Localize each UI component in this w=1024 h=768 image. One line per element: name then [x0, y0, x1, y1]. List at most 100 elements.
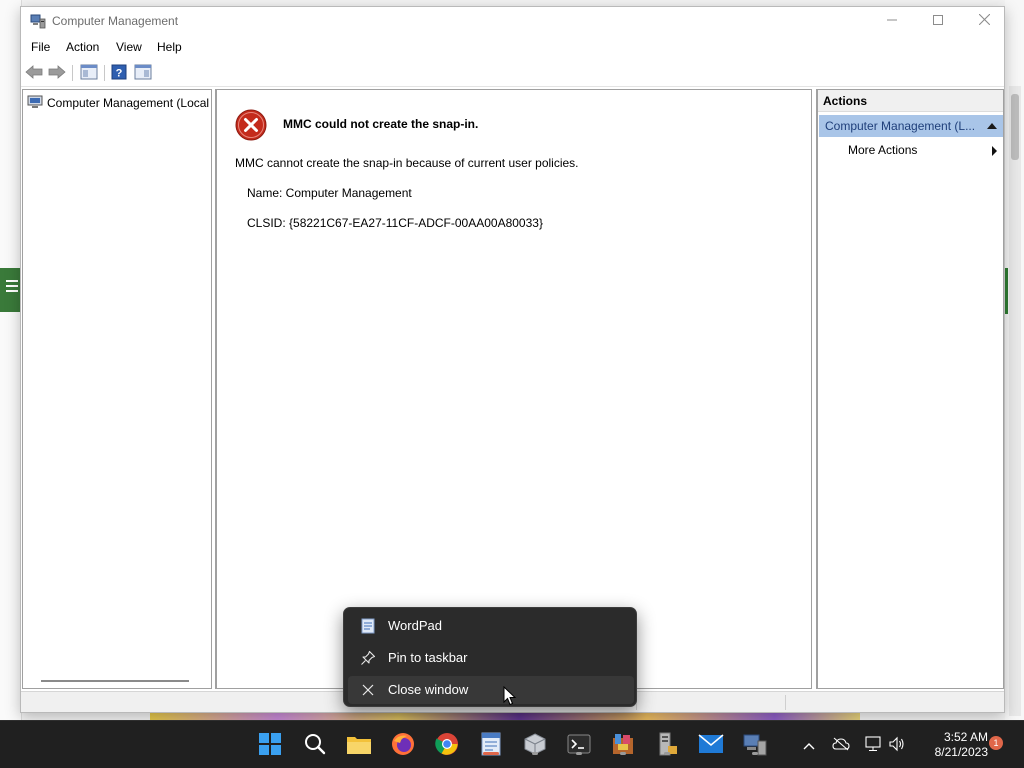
- jumplist-label: WordPad: [388, 618, 442, 633]
- toolbar: ?: [21, 59, 1004, 87]
- background-left-strip: [0, 0, 22, 720]
- wordpad-icon: [360, 618, 376, 634]
- result-pane: MMC could not create the snap-in. MMC ca…: [215, 89, 812, 689]
- toolbar-separator: [72, 65, 73, 81]
- chrome-icon: [435, 732, 459, 759]
- show-hide-action-pane-icon: [134, 64, 152, 83]
- speaker-icon: [888, 736, 906, 755]
- running-indicator: [664, 752, 670, 755]
- error-title: MMC could not create the snap-in.: [283, 117, 479, 131]
- actions-header: Actions: [818, 90, 1003, 112]
- close-button[interactable]: [961, 7, 1007, 35]
- taskbar-firefox[interactable]: [389, 731, 417, 759]
- chevron-up-icon: [803, 737, 815, 753]
- collapse-caret-icon: [987, 123, 997, 129]
- pin-icon: [360, 650, 376, 666]
- horizontal-scrollbar[interactable]: [41, 680, 189, 682]
- computer-management-icon: [30, 13, 46, 29]
- mouse-cursor-icon: [503, 685, 517, 706]
- taskbar-wordpad[interactable]: [477, 731, 505, 759]
- back-arrow-icon: [25, 64, 43, 82]
- more-actions-item[interactable]: More Actions: [848, 143, 917, 157]
- search-icon: [303, 732, 327, 759]
- mail-icon: [698, 733, 724, 757]
- actions-group-computer-management[interactable]: Computer Management (L...: [819, 115, 1003, 137]
- menu-bar: File Action View Help: [21, 37, 1004, 57]
- running-indicator: [576, 752, 582, 755]
- menu-file[interactable]: File: [31, 40, 50, 54]
- error-clsid: CLSID: {58221C67-EA27-11CF-ADCF-00AA00A8…: [247, 216, 543, 230]
- show-hide-action-pane-button[interactable]: [133, 64, 153, 82]
- toolbar-separator: [104, 65, 105, 81]
- running-indicator: [752, 752, 758, 755]
- taskbar: 3:52 AM 8/21/2023: [0, 720, 1024, 768]
- forward-arrow-icon: [48, 64, 66, 82]
- actions-header-label: Actions: [823, 94, 868, 108]
- menu-action[interactable]: Action: [66, 40, 99, 54]
- help-button[interactable]: ?: [109, 64, 129, 82]
- notification-badge[interactable]: 1: [989, 736, 1003, 750]
- close-icon: [978, 13, 990, 28]
- actions-group-label: Computer Management (L...: [825, 119, 976, 133]
- minimize-icon: [887, 14, 897, 28]
- running-indicator: [620, 752, 626, 755]
- desktop-wallpaper-strip: [150, 712, 860, 720]
- console-tree-pane: Computer Management (Local: [22, 89, 212, 689]
- show-hide-console-tree-button[interactable]: [79, 64, 99, 82]
- taskbar-jump-list: WordPad Pin to taskbar Close window: [343, 607, 637, 707]
- jumplist-item-close-window[interactable]: Close window: [348, 676, 634, 704]
- error-snapin-name: Name: Computer Management: [247, 186, 412, 200]
- taskbar-computer-management[interactable]: [741, 731, 769, 759]
- background-green-accent: [1005, 268, 1008, 314]
- cloud-offline-icon: [832, 737, 850, 754]
- maximize-button[interactable]: [915, 7, 961, 35]
- status-separator: [785, 695, 786, 710]
- forward-button[interactable]: [47, 64, 67, 82]
- background-menu-icon: [0, 268, 22, 312]
- tree-item-computer-management[interactable]: Computer Management (Local: [27, 94, 211, 112]
- search-button[interactable]: [301, 731, 329, 759]
- taskbar-terminal[interactable]: [565, 731, 593, 759]
- clock[interactable]: 3:52 AM 8/21/2023: [912, 730, 988, 760]
- taskbar-file-explorer[interactable]: [345, 731, 373, 759]
- jumplist-label: Close window: [388, 682, 469, 697]
- taskbar-chrome[interactable]: [433, 731, 461, 759]
- taskbar-server-manager[interactable]: [653, 731, 681, 759]
- volume-tray[interactable]: [887, 735, 907, 755]
- menu-help[interactable]: Help: [157, 40, 182, 54]
- taskbar-mail[interactable]: [697, 731, 725, 759]
- help-icon: ?: [111, 64, 127, 83]
- error-message: MMC cannot create the snap-in because of…: [235, 156, 579, 170]
- network-icon: [864, 735, 882, 755]
- taskbar-package[interactable]: [609, 731, 637, 759]
- submenu-arrow-icon: [992, 146, 997, 156]
- taskbar-app-cube[interactable]: [521, 731, 549, 759]
- show-hidden-icons-button[interactable]: [799, 735, 819, 755]
- network-tray[interactable]: [863, 735, 883, 755]
- computer-icon: [27, 95, 43, 112]
- jumplist-item-wordpad[interactable]: WordPad: [348, 612, 634, 640]
- firefox-icon: [391, 732, 415, 759]
- error-icon: [235, 109, 267, 141]
- active-indicator: [483, 752, 499, 755]
- back-button[interactable]: [24, 64, 44, 82]
- svg-text:?: ?: [116, 67, 123, 79]
- tree-item-label: Computer Management (Local: [47, 96, 210, 110]
- file-explorer-icon: [346, 733, 372, 758]
- jumplist-item-pin[interactable]: Pin to taskbar: [348, 644, 634, 672]
- show-hide-console-tree-icon: [80, 64, 98, 83]
- window-title: Computer Management: [52, 14, 179, 28]
- title-bar[interactable]: Computer Management: [21, 7, 1004, 35]
- actions-pane: Actions Computer Management (L... More A…: [816, 89, 1004, 689]
- start-icon: [258, 732, 282, 759]
- close-icon: [360, 682, 376, 698]
- jumplist-label: Pin to taskbar: [388, 650, 468, 665]
- maximize-icon: [933, 14, 943, 28]
- menu-view[interactable]: View: [116, 40, 142, 54]
- onedrive-tray[interactable]: [831, 735, 851, 755]
- running-indicator: [532, 752, 538, 755]
- background-scrollbar: [1009, 86, 1021, 716]
- clock-date: 8/21/2023: [934, 745, 988, 759]
- minimize-button[interactable]: [869, 7, 915, 35]
- start-button[interactable]: [256, 731, 284, 759]
